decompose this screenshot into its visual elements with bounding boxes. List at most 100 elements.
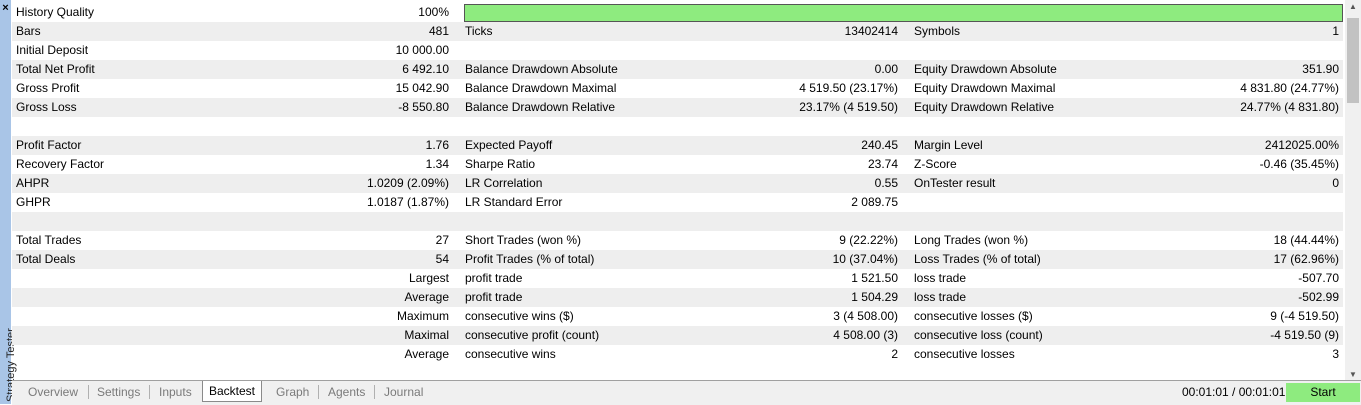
col2-value: 240.45: [861, 138, 898, 152]
tab-separator: [318, 385, 319, 399]
col1-value: 10 000.00: [395, 43, 449, 57]
col3-value: 2412025.00%: [1264, 138, 1339, 152]
col1-value: Maximum: [396, 309, 449, 323]
report-row: Maximum consecutive wins ($) 3 (4 508.00) c…: [12, 307, 1343, 326]
col1-value: 27: [435, 233, 449, 247]
elapsed-timer: 00:01:01 / 00:01:01: [1182, 385, 1286, 399]
col2-value: 3 (4 508.00): [833, 309, 898, 323]
col3-value: 18 (44.44%): [1273, 233, 1339, 247]
report-row: Profit Factor 1.76 Expected Payoff 240.45 Ma…: [12, 136, 1343, 155]
col2-value: 1 504.29: [851, 290, 898, 304]
col3-label: consecutive loss (count): [914, 328, 1043, 342]
report-row: Maximal consecutive profit (count) 4 508.0…: [12, 326, 1343, 345]
col1-value: 1.76: [425, 138, 449, 152]
report-row: [12, 117, 1343, 136]
col2-value: 10 (37.04%): [832, 252, 898, 266]
scroll-down-icon[interactable]: ▼: [1345, 370, 1361, 379]
col3-value: 17 (62.96%): [1273, 252, 1339, 266]
col2-value: 2 089.75: [851, 195, 898, 209]
col3-label: Loss Trades (% of total): [914, 252, 1041, 266]
report-row: Gross Loss -8 550.80 Balance Drawdown Rela…: [12, 98, 1343, 117]
history-quality-bar: [464, 4, 1343, 22]
col3-value: 0: [1332, 176, 1339, 190]
report-row: [12, 212, 1343, 231]
col3-label: Margin Level: [914, 138, 983, 152]
col3-value: -0.46 (35.45%): [1259, 157, 1339, 171]
tab-agents[interactable]: Agents: [328, 383, 365, 401]
backtest-report: History Quality 100% Bars 481 Ticks 1340241…: [12, 3, 1343, 364]
col1-label: Bars: [16, 24, 41, 38]
col1-value: 1.34: [425, 157, 449, 171]
tab-journal[interactable]: Journal: [384, 383, 423, 401]
col3-label: Equity Drawdown Relative: [914, 100, 1055, 114]
col2-label: Short Trades (won %): [465, 233, 582, 247]
tab-inputs[interactable]: Inputs: [159, 383, 192, 401]
col2-value: 9 (22.22%): [839, 233, 898, 247]
col1-label: Total Trades: [16, 233, 82, 247]
col2-value: 0.55: [874, 176, 898, 190]
col2-label: LR Correlation: [465, 176, 543, 190]
tab-separator: [88, 385, 89, 399]
col3-label: loss trade: [914, 271, 967, 285]
col2-label: profit trade: [465, 290, 523, 304]
col2-label: consecutive profit (count): [465, 328, 600, 342]
report-row: Average consecutive wins 2 consecutive loss…: [12, 345, 1343, 364]
col3-label: Z-Score: [914, 157, 957, 171]
tab-settings[interactable]: Settings: [97, 383, 140, 401]
report-row: Bars 481 Ticks 13402414 Symbols 1: [12, 22, 1343, 41]
report-row: Total Trades 27 Short Trades (won %) 9 (22.…: [12, 231, 1343, 250]
col1-value: 54: [435, 252, 449, 266]
report-row: Largest profit trade 1 521.50 loss trade -50…: [12, 269, 1343, 288]
vertical-scrollbar[interactable]: ▲ ▼: [1345, 0, 1361, 381]
start-button[interactable]: Start: [1286, 383, 1360, 402]
report-row: Gross Profit 15 042.90 Balance Drawdown Ma…: [12, 79, 1343, 98]
col2-label: Balance Drawdown Relative: [465, 100, 616, 114]
report-row: GHPR 1.0187 (1.87%) LR Standard Error 2 089…: [12, 193, 1343, 212]
tab-overview[interactable]: Overview: [28, 383, 78, 401]
col1-label: Gross Profit: [16, 81, 80, 95]
col3-label: consecutive losses: [914, 347, 1015, 361]
col3-label: Long Trades (won %): [914, 233, 1029, 247]
col3-value: -502.99: [1298, 290, 1339, 304]
panel-title-vertical: Strategy Tester: [0, 292, 17, 402]
col2-value: 23.74: [867, 157, 898, 171]
scroll-up-icon[interactable]: ▲: [1345, 2, 1361, 11]
col1-value: 15 042.90: [395, 81, 449, 95]
col3-value: 1: [1332, 24, 1339, 38]
report-row: AHPR 1.0209 (2.09%) LR Correlation 0.55 OnTe…: [12, 174, 1343, 193]
scrollbar-thumb[interactable]: [1347, 18, 1359, 103]
col1-label: Profit Factor: [16, 138, 82, 152]
report-row: Total Deals 54 Profit Trades (% of total) 1…: [12, 250, 1343, 269]
tab-backtest[interactable]: Backtest: [202, 381, 263, 402]
col2-label: Ticks: [465, 24, 493, 38]
col1-value: Maximal: [404, 328, 449, 342]
tab-separator: [374, 385, 375, 399]
col3-label: Symbols: [914, 24, 961, 38]
col2-value: 23.17% (4 519.50): [799, 100, 898, 114]
col3-value: 351.90: [1302, 62, 1339, 76]
col3-value: -507.70: [1298, 271, 1339, 285]
history-quality-value: 100%: [418, 5, 449, 19]
col3-value: -4 519.50 (9): [1270, 328, 1339, 342]
col1-label: GHPR: [16, 195, 51, 209]
tab-separator: [149, 385, 150, 399]
col1-value: Average: [404, 290, 449, 304]
bottom-toolbar: Overview Settings Inputs Backtest Graph …: [12, 380, 1361, 405]
history-quality-label: History Quality: [16, 5, 95, 19]
col3-value: 4 831.80 (24.77%): [1240, 81, 1339, 95]
col3-value: 3: [1332, 347, 1339, 361]
col3-label: Equity Drawdown Absolute: [914, 62, 1057, 76]
col1-value: 6 492.10: [402, 62, 449, 76]
report-row: Recovery Factor 1.34 Sharpe Ratio 23.74 Z-Sc…: [12, 155, 1343, 174]
col1-value: Average: [404, 347, 449, 361]
history-quality-row: History Quality 100%: [12, 3, 1343, 22]
close-icon[interactable]: ×: [0, 2, 11, 14]
col3-value: 24.77% (4 831.80): [1240, 100, 1339, 114]
col2-value: 1 521.50: [851, 271, 898, 285]
side-panel-strip: × Strategy Tester: [0, 0, 17, 404]
col2-value: 2: [891, 347, 898, 361]
col2-label: Sharpe Ratio: [465, 157, 536, 171]
col1-value: 1.0209 (2.09%): [366, 176, 449, 190]
tab-graph[interactable]: Graph: [276, 383, 309, 401]
col1-label: AHPR: [16, 176, 50, 190]
